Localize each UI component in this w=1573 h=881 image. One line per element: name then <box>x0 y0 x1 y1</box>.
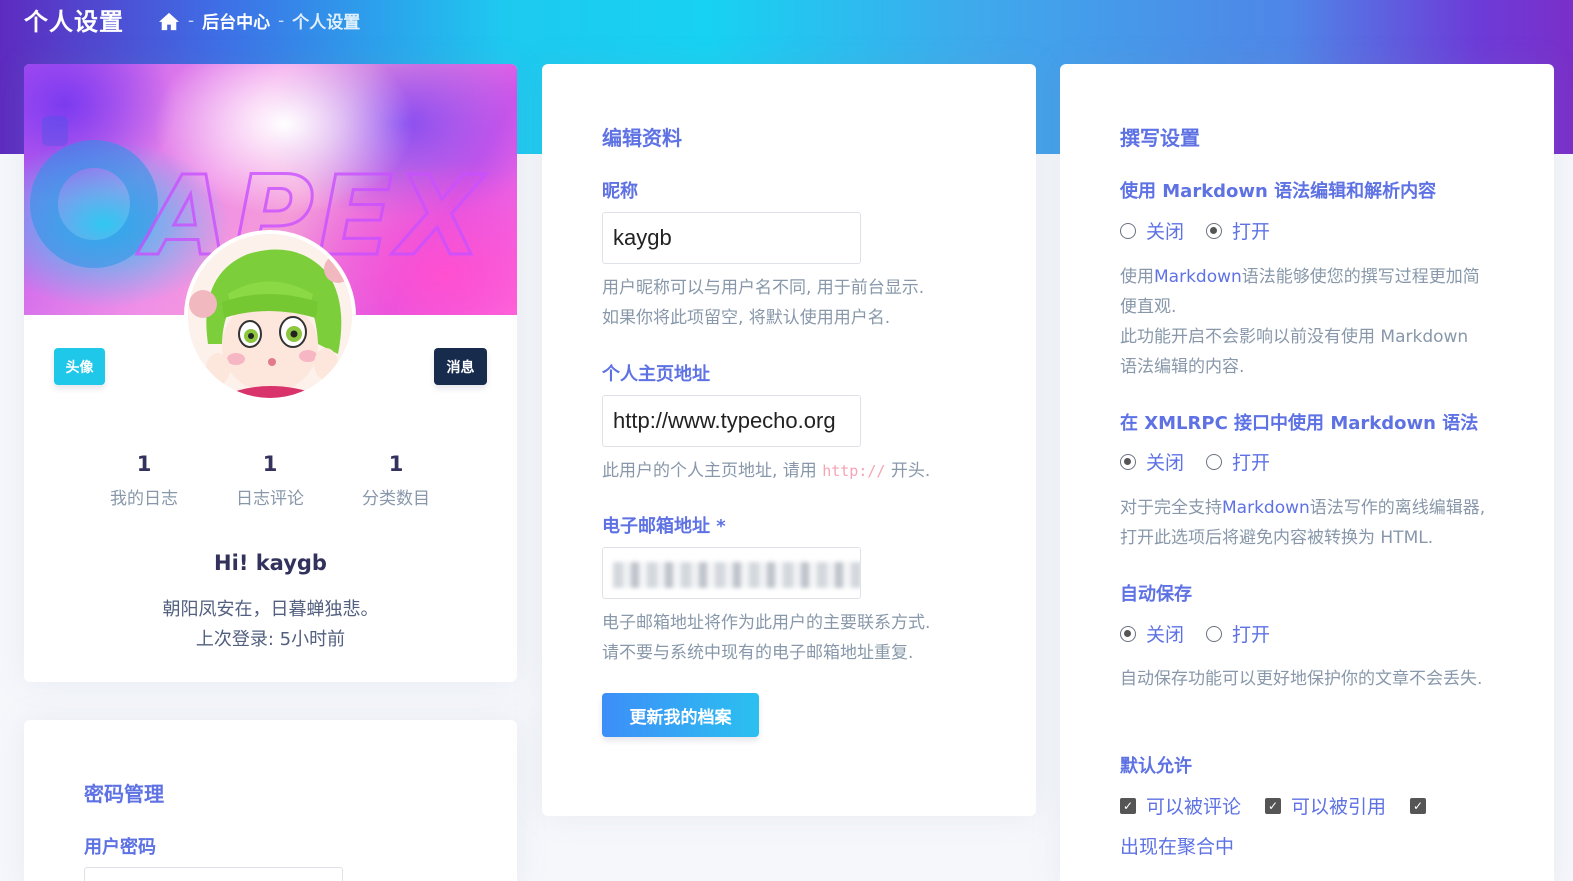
homepage-input[interactable]: http://www.typecho.org <box>602 395 861 447</box>
markdown-off-radio[interactable]: 关闭 <box>1120 217 1184 244</box>
checkbox-label: 可以被引用 <box>1291 796 1387 818</box>
radio-label: 打开 <box>1232 221 1271 243</box>
profile-card: APEX 头像 消息 1 我的日志 1 日志评论 1 分类数目 Hi! kayg… <box>24 64 517 682</box>
markdown-label: 使用 Markdown 语法编辑和解析内容 <box>1120 181 1437 202</box>
home-icon[interactable] <box>158 11 180 31</box>
allow-feed-checkbox[interactable]: ✓ <box>1410 797 1427 814</box>
breadcrumb-separator: - <box>278 10 285 31</box>
email-help-line2: 请不要与系统中现有的电子邮箱地址重复. <box>602 643 914 663</box>
allow-comment-checkbox[interactable]: ✓ 可以被评论 <box>1120 792 1241 819</box>
defaults-label: 默认允许 <box>1120 756 1192 777</box>
nickname-help-line1: 用户昵称可以与用户名不同, 用于前台显示. <box>602 278 925 298</box>
markdown-radio-group: 关闭 打开 <box>1120 217 1270 244</box>
greeting: Hi! kaygb <box>214 551 327 575</box>
writing-settings-card: 撰写设置 使用 Markdown 语法编辑和解析内容 关闭 打开 使用Markd… <box>1060 64 1554 881</box>
checkbox-checked-icon[interactable]: ✓ <box>1265 797 1282 814</box>
autosave-label: 自动保存 <box>1120 584 1192 605</box>
nickname-input[interactable]: kaygb <box>602 212 861 264</box>
avatar-button[interactable]: 头像 <box>54 348 105 385</box>
allow-feed-label[interactable]: 出现在聚合中 <box>1120 832 1234 859</box>
stat-categories: 1 分类数目 <box>336 452 456 509</box>
markdown-help-a: 使用 <box>1120 267 1154 287</box>
password-label: 用户密码 <box>84 837 156 858</box>
email-label: 电子邮箱地址 * <box>602 512 726 538</box>
xmlrpc-help-a: 对于完全支持 <box>1120 498 1222 518</box>
radio-label: 关闭 <box>1146 452 1185 474</box>
stat-value: 1 <box>262 452 278 476</box>
email-help: 电子邮箱地址将作为此用户的主要联系方式. 请不要与系统中现有的电子邮箱地址重复. <box>602 608 930 668</box>
radio-label: 打开 <box>1232 452 1271 474</box>
checkbox-checked-icon[interactable]: ✓ <box>1120 797 1136 814</box>
password-input[interactable] <box>84 867 343 881</box>
autosave-off-radio[interactable]: 关闭 <box>1120 620 1184 647</box>
homepage-help: 此用户的个人主页地址, 请用 http:// 开头. <box>602 456 930 486</box>
stat-comments: 1 日志评论 <box>210 452 330 509</box>
xmlrpc-radio-group: 关闭 打开 <box>1120 448 1270 475</box>
page-title: 个人设置 <box>24 8 124 36</box>
breadcrumb: - 后台中心 - 个人设置 <box>158 8 360 33</box>
avatar[interactable] <box>184 230 356 402</box>
xmlrpc-off-radio[interactable]: 关闭 <box>1120 448 1184 475</box>
stat-label: 日志评论 <box>236 489 304 509</box>
radio-icon[interactable] <box>1206 453 1223 470</box>
markdown-help-line2: 此功能开启不会影响以前没有使用 Markdown 语法编辑的内容. <box>1120 327 1469 377</box>
profile-stats: 1 我的日志 1 日志评论 1 分类数目 <box>84 452 456 509</box>
defaults-checkbox-group: ✓ 可以被评论 ✓ 可以被引用 ✓ <box>1120 792 1440 819</box>
breadcrumb-current: 个人设置 <box>292 13 361 33</box>
radio-label: 打开 <box>1232 624 1271 646</box>
radio-checked-icon[interactable] <box>1206 222 1223 239</box>
stat-value: 1 <box>136 452 152 476</box>
autosave-on-radio[interactable]: 打开 <box>1206 620 1270 647</box>
required-mark: * <box>716 516 726 537</box>
autosave-help: 自动保存功能可以更好地保护你的文章不会丢失. <box>1120 669 1483 689</box>
writing-title: 撰写设置 <box>1120 126 1200 150</box>
stat-label: 我的日志 <box>110 489 178 509</box>
xmlrpc-on-radio[interactable]: 打开 <box>1206 448 1270 475</box>
nickname-help-line2: 如果你将此项留空, 将默认使用用户名. <box>602 308 891 328</box>
radio-icon[interactable] <box>1120 222 1136 239</box>
edit-profile-title: 编辑资料 <box>602 126 682 150</box>
breadcrumb-dashboard[interactable]: 后台中心 <box>202 8 270 33</box>
update-profile-button[interactable]: 更新我的档案 <box>602 693 759 737</box>
email-input[interactable] <box>602 547 861 599</box>
xmlrpc-label: 在 XMLRPC 接口中使用 Markdown 语法 <box>1120 413 1479 434</box>
autosave-radio-group: 关闭 打开 <box>1120 620 1270 647</box>
stat-label: 分类数目 <box>362 489 430 509</box>
password-title: 密码管理 <box>84 782 164 806</box>
radio-label: 关闭 <box>1146 624 1185 646</box>
stat-value: 1 <box>388 452 404 476</box>
radio-checked-icon[interactable] <box>1120 453 1136 470</box>
homepage-help-suffix: 开头. <box>890 461 931 481</box>
xmlrpc-help: 对于完全支持Markdown语法写作的离线编辑器, 打开此选项后将避免内容被转换… <box>1120 493 1490 553</box>
radio-label: 关闭 <box>1146 221 1185 243</box>
xmlrpc-help-highlight: Markdown <box>1222 498 1310 518</box>
markdown-on-radio[interactable]: 打开 <box>1206 217 1270 244</box>
markdown-help-highlight: Markdown <box>1154 267 1242 287</box>
email-label-text: 电子邮箱地址 <box>602 516 710 537</box>
message-button[interactable]: 消息 <box>434 348 487 385</box>
markdown-help: 使用Markdown语法能够使您的撰写过程更加简便直观. 此功能开启不会影响以前… <box>1120 262 1490 382</box>
email-redacted <box>613 562 860 588</box>
radio-icon[interactable] <box>1206 625 1223 642</box>
stat-posts: 1 我的日志 <box>84 452 204 509</box>
breadcrumb-separator: - <box>188 10 195 31</box>
last-login: 上次登录: 5小时前 <box>195 629 346 650</box>
homepage-label: 个人主页地址 <box>602 364 710 385</box>
allow-ping-checkbox[interactable]: ✓ 可以被引用 <box>1265 792 1386 819</box>
email-help-line1: 电子邮箱地址将作为此用户的主要联系方式. <box>602 613 931 633</box>
motto: 朝阳凤安在，日暮蝉独悲。 <box>162 599 379 620</box>
checkbox-checked-icon[interactable]: ✓ <box>1410 797 1427 814</box>
checkbox-label: 可以被评论 <box>1146 796 1242 818</box>
password-card: 密码管理 用户密码 <box>24 720 517 881</box>
radio-checked-icon[interactable] <box>1120 625 1136 642</box>
markdown-help-line1: 使用Markdown语法能够使您的撰写过程更加简便直观. <box>1120 262 1490 322</box>
homepage-help-prefix: 此用户的个人主页地址, 请用 <box>602 461 817 481</box>
avatar-illustration <box>188 234 352 398</box>
nickname-label: 昵称 <box>602 181 638 202</box>
edit-profile-card: 编辑资料 昵称 kaygb 用户昵称可以与用户名不同, 用于前台显示. 如果你将… <box>542 64 1036 816</box>
homepage-help-code: http:// <box>822 462 886 480</box>
nickname-help: 用户昵称可以与用户名不同, 用于前台显示. 如果你将此项留空, 将默认使用用户名… <box>602 273 924 333</box>
